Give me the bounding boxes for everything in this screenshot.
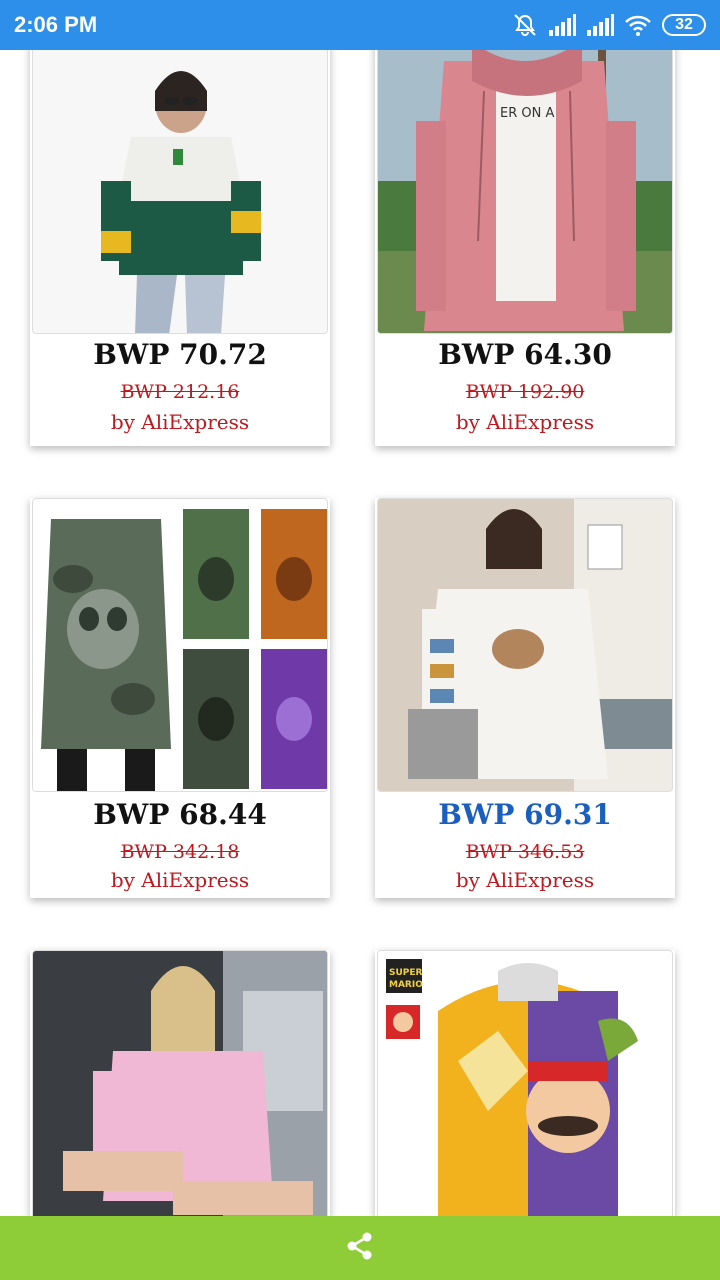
battery-icon: 32 xyxy=(662,14,706,36)
svg-text:SUPER: SUPER xyxy=(389,968,423,978)
svg-text:MARIO: MARIO xyxy=(389,980,423,990)
product-seller: by AliExpress xyxy=(110,868,250,892)
status-icons: 32 xyxy=(512,13,706,37)
product-card[interactable]: BWP 70.72 BWP 212.16 by AliExpress xyxy=(30,50,330,446)
product-price: BWP 70.72 xyxy=(93,338,267,371)
product-image[interactable]: ER ON A xyxy=(377,50,673,334)
product-price: BWP 69.31 xyxy=(438,798,612,831)
product-original-price: BWP 342.18 xyxy=(120,841,240,863)
product-image[interactable] xyxy=(32,950,328,1216)
product-card[interactable]: ER ON A BWP 64.30 BWP 192.90 by AliExpre… xyxy=(375,50,675,446)
mute-icon xyxy=(512,13,538,37)
product-seller: by AliExpress xyxy=(455,410,595,434)
product-image[interactable] xyxy=(32,498,328,792)
product-seller: by AliExpress xyxy=(455,868,595,892)
product-grid: BWP 70.72 BWP 212.16 by AliExpress ER ON… xyxy=(0,50,720,1216)
product-image[interactable]: SUPER MARIO xyxy=(377,950,673,1216)
product-card[interactable] xyxy=(30,950,330,1216)
svg-text:ER ON A: ER ON A xyxy=(500,106,554,121)
share-icon[interactable] xyxy=(345,1231,375,1266)
status-bar: 2:06 PM 32 xyxy=(0,0,720,50)
product-original-price: BWP 192.90 xyxy=(465,381,585,403)
product-image[interactable] xyxy=(377,498,673,792)
product-price: BWP 64.30 xyxy=(438,338,612,371)
product-card[interactable]: BWP 68.44 BWP 342.18 by AliExpress xyxy=(30,498,330,898)
status-time: 2:06 PM xyxy=(14,12,98,37)
bottom-bar xyxy=(0,1216,720,1280)
product-image[interactable] xyxy=(32,50,328,334)
wifi-icon xyxy=(624,14,652,36)
product-card[interactable]: BWP 69.31 BWP 346.53 by AliExpress xyxy=(375,498,675,898)
product-price: BWP 68.44 xyxy=(93,798,267,831)
product-card[interactable]: SUPER MARIO xyxy=(375,950,675,1216)
product-original-price: BWP 346.53 xyxy=(465,841,585,863)
signal-icon xyxy=(586,14,614,36)
product-seller: by AliExpress xyxy=(110,410,250,434)
signal-icon xyxy=(548,14,576,36)
product-original-price: BWP 212.16 xyxy=(120,381,240,403)
